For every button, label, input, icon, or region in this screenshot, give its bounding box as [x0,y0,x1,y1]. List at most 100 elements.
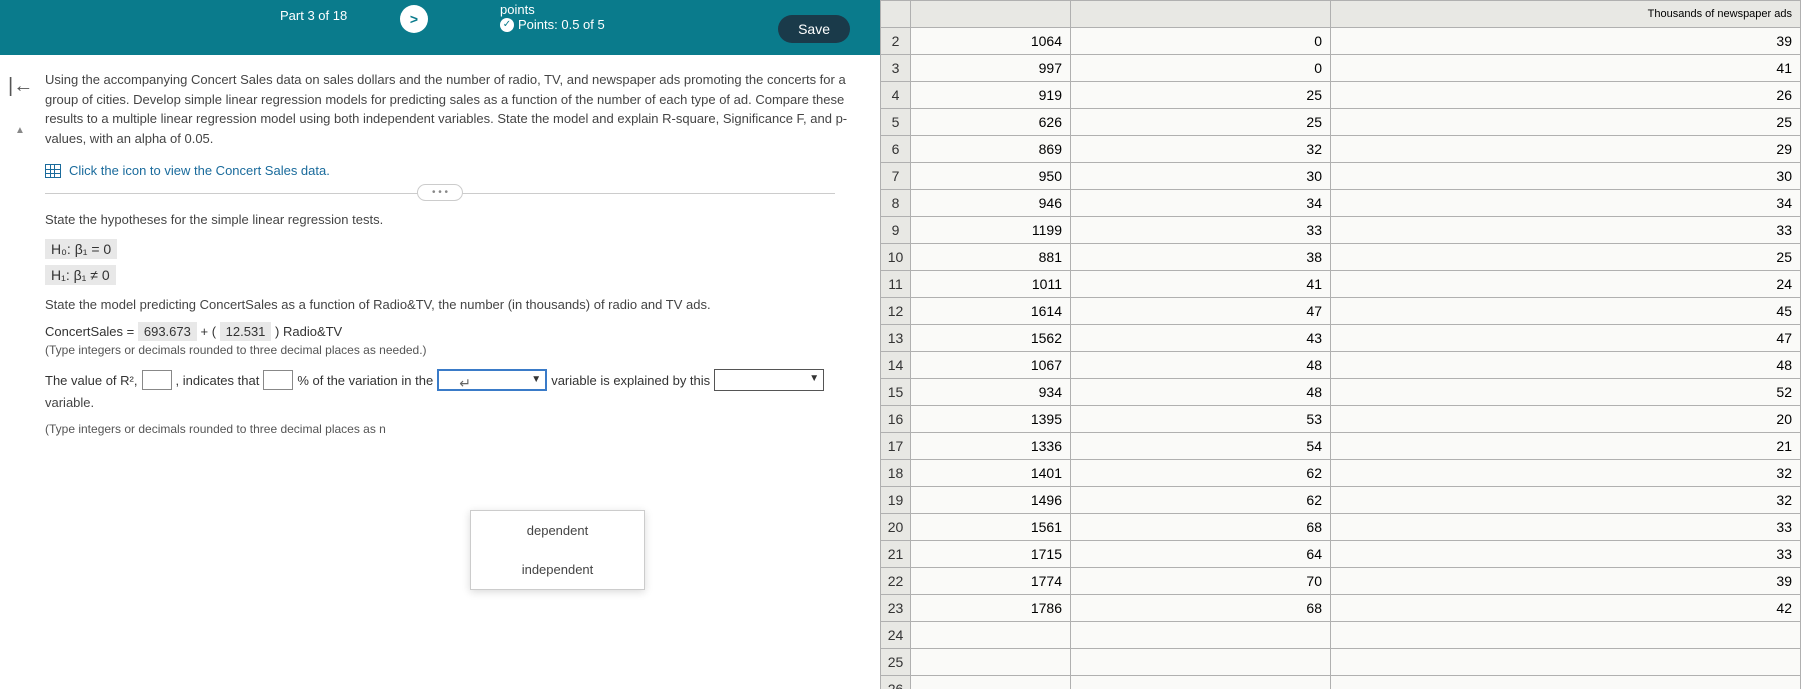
cell-sales[interactable]: 1786 [911,595,1071,622]
cell-sales[interactable]: 934 [911,379,1071,406]
cell-radio-tv[interactable] [1071,622,1331,649]
cell-sales[interactable]: 1401 [911,460,1071,487]
cell-sales[interactable]: 881 [911,244,1071,271]
cell-radio-tv[interactable]: 48 [1071,379,1331,406]
table-row[interactable]: 25 [881,649,1801,676]
table-row[interactable]: 2217747039 [881,568,1801,595]
cell-radio-tv[interactable]: 68 [1071,514,1331,541]
table-row[interactable]: 24 [881,622,1801,649]
cell-radio-tv[interactable]: 0 [1071,28,1331,55]
cell-radio-tv[interactable]: 62 [1071,460,1331,487]
cell-newspaper[interactable]: 41 [1331,55,1801,82]
cell-radio-tv[interactable]: 70 [1071,568,1331,595]
cell-radio-tv[interactable]: 53 [1071,406,1331,433]
cell-sales[interactable]: 1562 [911,325,1071,352]
cell-sales[interactable]: 1774 [911,568,1071,595]
cell-sales[interactable]: 950 [911,163,1071,190]
table-row[interactable]: 2117156433 [881,541,1801,568]
cell-newspaper[interactable]: 29 [1331,136,1801,163]
cell-sales[interactable] [911,622,1071,649]
cell-newspaper[interactable] [1331,649,1801,676]
cell-newspaper[interactable]: 39 [1331,28,1801,55]
cell-newspaper[interactable]: 30 [1331,163,1801,190]
cell-newspaper[interactable]: 33 [1331,514,1801,541]
scroll-up-icon[interactable]: ▲ [15,125,25,136]
table-row[interactable]: 1315624347 [881,325,1801,352]
cell-radio-tv[interactable]: 30 [1071,163,1331,190]
table-row[interactable]: 108813825 [881,244,1801,271]
cell-sales[interactable]: 1715 [911,541,1071,568]
table-row[interactable]: 1713365421 [881,433,1801,460]
cell-newspaper[interactable]: 25 [1331,244,1801,271]
cell-radio-tv[interactable]: 54 [1071,433,1331,460]
cell-newspaper[interactable]: 39 [1331,568,1801,595]
table-row[interactable]: 56262525 [881,109,1801,136]
percent-input[interactable] [263,370,293,390]
cell-newspaper[interactable]: 21 [1331,433,1801,460]
table-row[interactable]: 3997041 [881,55,1801,82]
variable-type-select-1[interactable]: ↵ [437,369,547,391]
cell-newspaper[interactable]: 33 [1331,541,1801,568]
table-row[interactable]: 89463434 [881,190,1801,217]
table-row[interactable]: 2015616833 [881,514,1801,541]
collapse-icon[interactable]: |← [8,75,33,98]
cell-sales[interactable]: 919 [911,82,1071,109]
cell-sales[interactable]: 1561 [911,514,1071,541]
cell-sales[interactable]: 1496 [911,487,1071,514]
cell-sales[interactable]: 1336 [911,433,1071,460]
cell-newspaper[interactable]: 45 [1331,298,1801,325]
cell-newspaper[interactable]: 33 [1331,217,1801,244]
cell-radio-tv[interactable]: 47 [1071,298,1331,325]
cell-radio-tv[interactable]: 0 [1071,55,1331,82]
cell-sales[interactable]: 1067 [911,352,1071,379]
cell-newspaper[interactable]: 48 [1331,352,1801,379]
cell-sales[interactable]: 1011 [911,271,1071,298]
table-row[interactable]: 79503030 [881,163,1801,190]
table-row[interactable]: 911993333 [881,217,1801,244]
save-button[interactable]: Save [778,15,850,43]
cell-newspaper[interactable] [1331,676,1801,689]
dropdown-option-independent[interactable]: independent [471,550,644,589]
table-row[interactable]: 2317866842 [881,595,1801,622]
cell-newspaper[interactable]: 34 [1331,190,1801,217]
cell-newspaper[interactable]: 26 [1331,82,1801,109]
cell-radio-tv[interactable]: 33 [1071,217,1331,244]
cell-sales[interactable]: 997 [911,55,1071,82]
cell-sales[interactable] [911,649,1071,676]
cell-radio-tv[interactable]: 62 [1071,487,1331,514]
cell-radio-tv[interactable]: 25 [1071,109,1331,136]
cell-radio-tv[interactable]: 64 [1071,541,1331,568]
cell-radio-tv[interactable] [1071,649,1331,676]
table-row[interactable]: 1216144745 [881,298,1801,325]
view-data-link[interactable]: Click the icon to view the Concert Sales… [45,163,855,178]
cell-newspaper[interactable]: 32 [1331,487,1801,514]
cell-sales[interactable]: 1395 [911,406,1071,433]
cell-newspaper[interactable]: 42 [1331,595,1801,622]
table-row[interactable]: 1914966232 [881,487,1801,514]
cell-sales[interactable]: 1614 [911,298,1071,325]
cell-radio-tv[interactable] [1071,676,1331,689]
table-row[interactable]: 1110114124 [881,271,1801,298]
cell-newspaper[interactable] [1331,622,1801,649]
cell-newspaper[interactable]: 20 [1331,406,1801,433]
table-row[interactable]: 21064039 [881,28,1801,55]
cell-radio-tv[interactable]: 25 [1071,82,1331,109]
rsq-value-input[interactable] [142,370,172,390]
dropdown-option-dependent[interactable]: dependent [471,511,644,550]
cell-newspaper[interactable]: 47 [1331,325,1801,352]
cell-newspaper[interactable]: 52 [1331,379,1801,406]
table-row[interactable]: 159344852 [881,379,1801,406]
cell-radio-tv[interactable]: 68 [1071,595,1331,622]
cell-radio-tv[interactable]: 43 [1071,325,1331,352]
next-button[interactable]: > [400,5,428,33]
cell-radio-tv[interactable]: 38 [1071,244,1331,271]
cell-newspaper[interactable]: 32 [1331,460,1801,487]
table-row[interactable]: 1410674848 [881,352,1801,379]
cell-sales[interactable]: 869 [911,136,1071,163]
cell-radio-tv[interactable]: 34 [1071,190,1331,217]
cell-radio-tv[interactable]: 41 [1071,271,1331,298]
cell-sales[interactable]: 946 [911,190,1071,217]
variable-type-select-2[interactable] [714,369,824,391]
expand-button[interactable]: • • • [417,184,463,201]
data-table[interactable]: Thousands of newspaper ads 2106403939970… [880,0,1801,689]
